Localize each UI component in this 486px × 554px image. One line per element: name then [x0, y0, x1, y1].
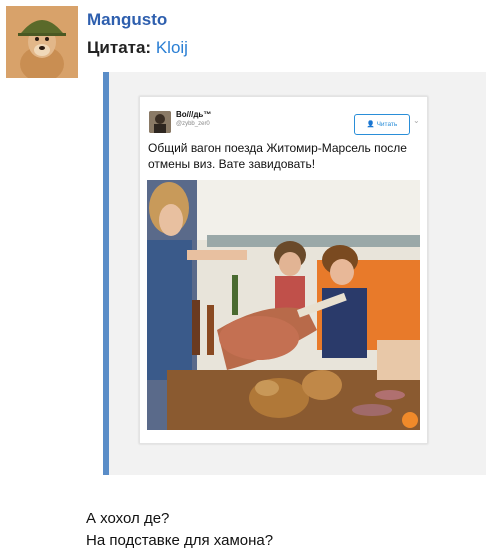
tweet-author-avatar[interactable] — [149, 111, 171, 133]
reply-text: А хохол де? На подставке для хамона? — [86, 508, 273, 552]
reply-line-2: На подставке для хамона? — [86, 532, 274, 549]
follow-button[interactable]: 👤 Читать — [354, 114, 410, 135]
train-car-photo — [147, 180, 420, 430]
tweet-display-name[interactable]: Во///дь™ — [176, 110, 211, 119]
quote-header: Цитата: Kloij — [87, 38, 188, 58]
embedded-tweet[interactable]: Во///дь™ @zybb_zer0 👤 Читать ⌄ Общий ваг… — [139, 96, 428, 444]
add-person-icon: 👤 — [366, 121, 375, 128]
quote-label: Цитата: — [87, 38, 152, 57]
quote-bar — [103, 72, 109, 475]
tweet-text: Общий вагон поезда Житомир-Марсель после… — [148, 141, 407, 171]
tweet-photo[interactable] — [147, 180, 420, 430]
tweet-avatar-image — [149, 111, 171, 133]
quoted-user-link[interactable]: Kloij — [156, 38, 188, 57]
follow-button-label: Читать — [376, 121, 398, 128]
dog-avatar-image — [6, 6, 78, 78]
post-username[interactable]: Mangusto — [87, 10, 167, 30]
user-avatar[interactable] — [6, 6, 78, 78]
tweet-handle[interactable]: @zybb_zer0 — [176, 121, 210, 127]
quote-block: Во///дь™ @zybb_zer0 👤 Читать ⌄ Общий ваг… — [103, 72, 486, 475]
reply-line-1: А хохол де? — [86, 510, 170, 527]
chevron-down-icon[interactable]: ⌄ — [413, 116, 420, 125]
